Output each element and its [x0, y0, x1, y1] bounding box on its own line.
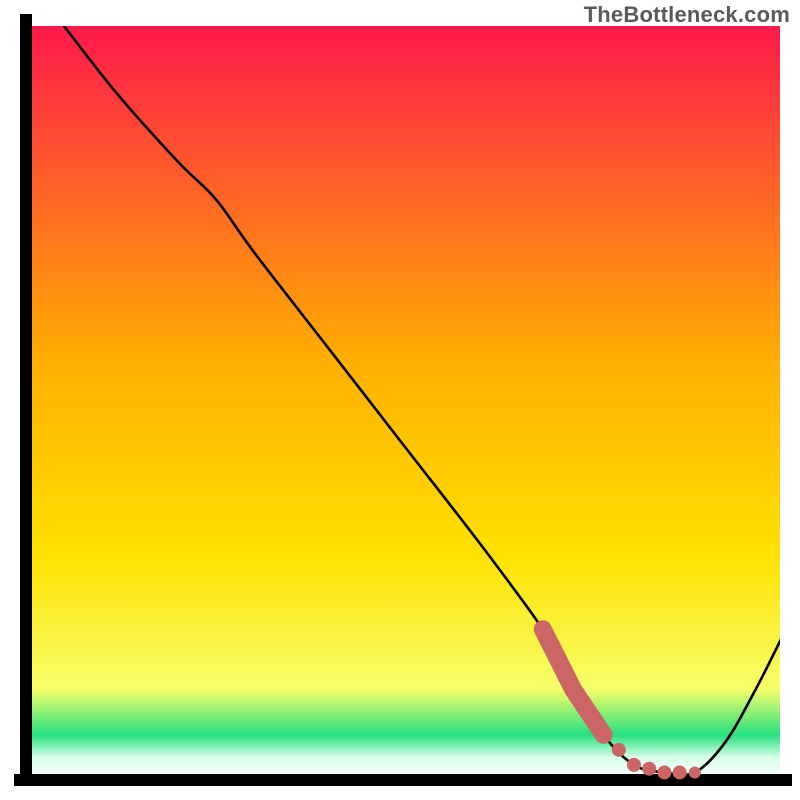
- plot-background: [26, 26, 780, 780]
- highlight-dot: [642, 762, 656, 776]
- highlight-dot: [612, 743, 626, 757]
- highlight-dot: [627, 758, 641, 772]
- chart-stage: TheBottleneck.com: [0, 0, 800, 800]
- highlight-dot: [657, 765, 671, 779]
- highlight-dot: [689, 766, 701, 778]
- watermark-text: TheBottleneck.com: [584, 2, 790, 28]
- bottleneck-chart: [0, 0, 800, 800]
- highlight-dot: [673, 765, 687, 779]
